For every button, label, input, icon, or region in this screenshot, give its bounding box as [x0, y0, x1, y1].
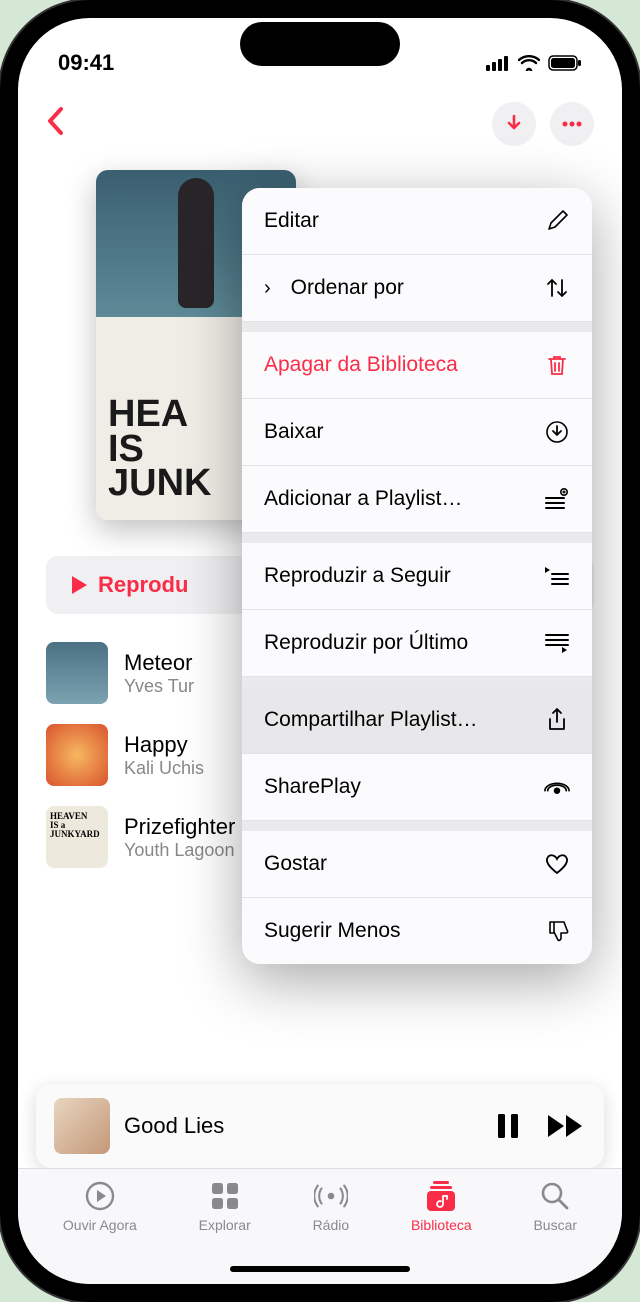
now-playing-bar[interactable]: Good Lies	[36, 1084, 604, 1168]
phone-frame: 09:41 HEA IS JUNK	[0, 0, 640, 1302]
tab-library[interactable]: Biblioteca	[411, 1181, 472, 1284]
artwork-text: HEA IS JUNK	[108, 397, 211, 500]
menu-share-label: Compartilhar Playlist…	[264, 708, 478, 732]
menu-like[interactable]: Gostar	[242, 831, 592, 898]
battery-icon	[548, 55, 582, 71]
pause-icon[interactable]	[496, 1112, 520, 1140]
share-icon	[544, 707, 570, 733]
wifi-icon	[518, 55, 540, 71]
menu-add-to-playlist[interactable]: Adicionar a Playlist…	[242, 466, 592, 533]
menu-play-next[interactable]: Reproduzir a Seguir	[242, 543, 592, 610]
library-icon	[424, 1181, 458, 1211]
tab-label: Buscar	[533, 1217, 577, 1233]
menu-suggest-less[interactable]: Sugerir Menos	[242, 898, 592, 964]
tab-listen-now[interactable]: Ouvir Agora	[63, 1181, 137, 1284]
add-playlist-icon	[544, 486, 570, 512]
sort-icon	[544, 275, 570, 301]
status-time: 09:41	[58, 50, 114, 76]
menu-play-last-label: Reproduzir por Último	[264, 631, 468, 655]
track-artwork	[46, 642, 108, 704]
play-next-icon	[544, 563, 570, 589]
radio-icon	[314, 1181, 348, 1211]
menu-edit[interactable]: Editar	[242, 188, 592, 255]
pencil-icon	[544, 208, 570, 234]
download-button[interactable]	[492, 102, 536, 146]
menu-add-playlist-label: Adicionar a Playlist…	[264, 487, 462, 511]
play-icon	[70, 575, 88, 595]
track-artwork	[46, 806, 108, 868]
menu-play-next-label: Reproduzir a Seguir	[264, 564, 451, 588]
notch	[240, 22, 400, 66]
menu-sort-by[interactable]: › Ordenar por	[242, 255, 592, 322]
menu-suggest-less-label: Sugerir Menos	[264, 919, 401, 943]
chevron-right-icon: ›	[264, 277, 271, 300]
menu-download-label: Baixar	[264, 420, 324, 444]
menu-download[interactable]: Baixar	[242, 399, 592, 466]
tab-label: Ouvir Agora	[63, 1217, 137, 1233]
tab-label: Explorar	[199, 1217, 251, 1233]
context-menu: Editar › Ordenar por Apagar da Biblioteca…	[242, 188, 592, 964]
menu-shareplay-label: SharePlay	[264, 775, 361, 799]
search-icon	[538, 1181, 572, 1211]
tab-search[interactable]: Buscar	[533, 1181, 577, 1284]
heart-icon	[544, 851, 570, 877]
tab-label: Biblioteca	[411, 1217, 472, 1233]
shareplay-icon	[544, 774, 570, 800]
cellular-icon	[486, 55, 510, 71]
track-artwork	[46, 724, 108, 786]
grid-icon	[208, 1181, 242, 1211]
trash-icon	[544, 352, 570, 378]
play-last-icon	[544, 630, 570, 656]
menu-delete-label: Apagar da Biblioteca	[264, 353, 458, 377]
phone-screen: 09:41 HEA IS JUNK	[18, 18, 622, 1284]
menu-delete-from-library[interactable]: Apagar da Biblioteca	[242, 332, 592, 399]
download-circle-icon	[544, 419, 570, 445]
menu-share-playlist[interactable]: Compartilhar Playlist…	[242, 687, 592, 754]
forward-icon[interactable]	[546, 1113, 586, 1139]
thumbs-down-icon	[544, 918, 570, 944]
play-button-label: Reprodu	[98, 572, 188, 598]
tab-label: Rádio	[313, 1217, 350, 1233]
menu-edit-label: Editar	[264, 209, 319, 233]
header-actions	[492, 102, 594, 146]
menu-shareplay[interactable]: SharePlay	[242, 754, 592, 821]
menu-like-label: Gostar	[264, 852, 327, 876]
now-playing-artwork	[54, 1098, 110, 1154]
more-button[interactable]	[550, 102, 594, 146]
menu-sort-label: Ordenar por	[291, 276, 404, 300]
home-indicator[interactable]	[230, 1266, 410, 1272]
play-circle-icon	[83, 1181, 117, 1211]
now-playing-title: Good Lies	[124, 1113, 482, 1139]
nav-header	[18, 90, 622, 150]
status-icons	[486, 55, 582, 71]
back-button[interactable]	[46, 103, 66, 145]
menu-play-last[interactable]: Reproduzir por Último	[242, 610, 592, 677]
